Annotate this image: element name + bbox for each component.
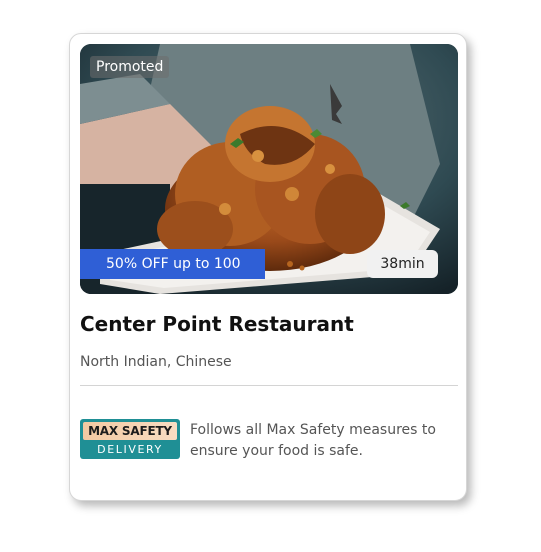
promoted-tag: Promoted (90, 56, 170, 78)
offer-badge: 50% OFF up to 100 (80, 249, 265, 279)
safety-description: Follows all Max Safety measures to ensur… (190, 422, 436, 459)
divider (80, 385, 458, 386)
restaurant-name[interactable]: Center Point Restaurant (80, 312, 354, 336)
max-safety-logo: MAX SAFETY DELIVERY (80, 419, 180, 459)
food-photo[interactable]: Promoted 50% OFF up to 100 38min (80, 44, 458, 294)
restaurant-card[interactable]: Promoted 50% OFF up to 100 38min Center … (69, 33, 467, 501)
delivery-time-badge: 38min (367, 250, 438, 278)
cuisine-list: North Indian, Chinese (80, 354, 232, 370)
max-safety-logo-top: MAX SAFETY (83, 422, 177, 440)
max-safety-logo-bottom: DELIVERY (97, 443, 163, 456)
